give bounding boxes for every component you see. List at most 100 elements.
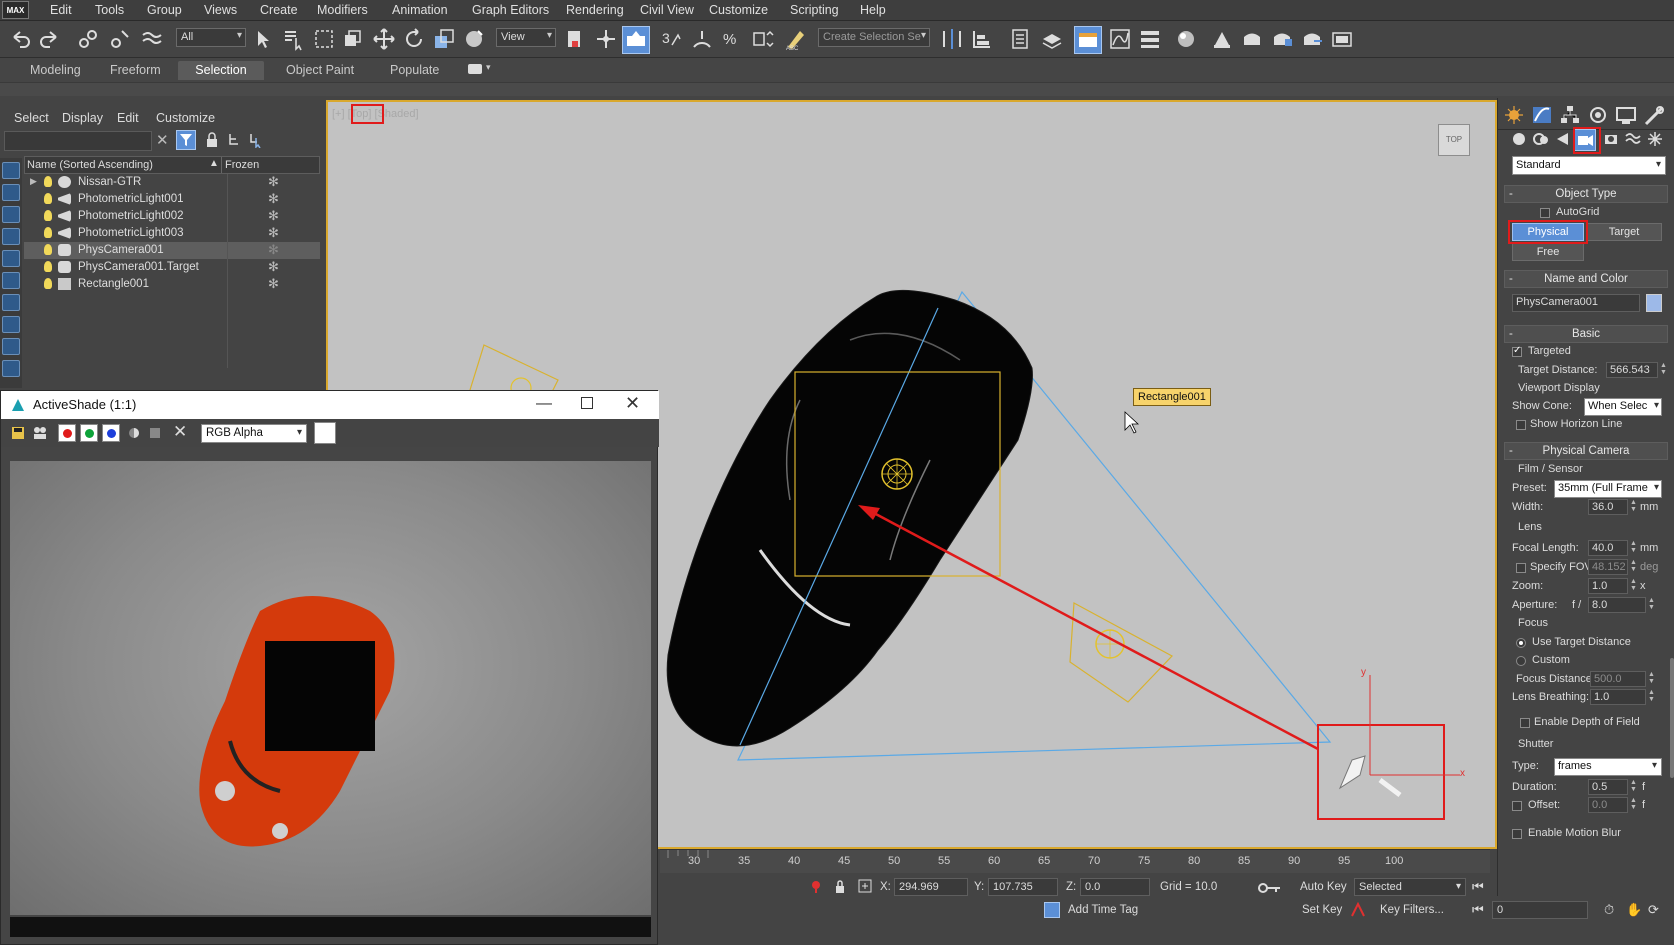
hierarchy-icon[interactable]	[226, 132, 242, 148]
motion-tab-icon[interactable]	[1586, 104, 1610, 126]
filter-toggle-button[interactable]	[176, 130, 196, 150]
spinner-icon[interactable]: ▲ ▼	[1630, 559, 1637, 573]
space-warps-category-icon[interactable]	[1624, 130, 1642, 148]
render-production-icon[interactable]	[1270, 27, 1294, 51]
tab-object-paint[interactable]: Object Paint	[276, 61, 364, 80]
show-horizon-checkbox[interactable]	[1516, 420, 1526, 430]
pan-icon[interactable]: ✋	[1626, 902, 1642, 918]
frozen-snowflake-icon[interactable]: ✻	[268, 276, 279, 292]
move-icon[interactable]	[372, 27, 396, 51]
bind-space-warp-icon[interactable]	[140, 27, 164, 51]
spinner-icon[interactable]: ▲ ▼	[1630, 499, 1637, 513]
explorer-row-photometric-light-002[interactable]: PhotometricLight002 ✻	[24, 208, 320, 225]
specify-fov-checkbox[interactable]	[1516, 563, 1526, 573]
explorer-row-phys-camera-001-target[interactable]: PhysCamera001.Target ✻	[24, 259, 320, 276]
key-mode-dropdown[interactable]: Selected ▾	[1354, 878, 1466, 896]
unlink-icon[interactable]	[108, 27, 132, 51]
show-cone-dropdown[interactable]: When Selec ▾	[1584, 398, 1662, 416]
window-crossing-icon[interactable]	[340, 27, 364, 51]
select-manipulate-icon[interactable]	[594, 27, 618, 51]
spinner-icon[interactable]: ▲ ▼	[1648, 597, 1655, 611]
menu-group[interactable]: Group	[147, 3, 182, 17]
offset-field[interactable]: 0.0	[1588, 797, 1628, 813]
menu-animation[interactable]: Animation	[392, 3, 448, 17]
explorer-search-input[interactable]	[4, 131, 152, 151]
pivot-center-icon[interactable]	[562, 27, 586, 51]
geometry-category-icon[interactable]	[1510, 130, 1528, 148]
lock-icon[interactable]	[204, 132, 220, 148]
menu-rendering[interactable]: Rendering	[566, 3, 624, 17]
menu-graph-editors[interactable]: Graph Editors	[472, 3, 549, 17]
fov-field[interactable]: 48.152	[1588, 559, 1628, 575]
sensor-width-field[interactable]: 36.0	[1588, 499, 1628, 515]
alpha-channel-icon[interactable]	[128, 427, 140, 439]
frozen-snowflake-icon[interactable]: ✻	[268, 242, 279, 258]
select-object-icon[interactable]	[252, 27, 276, 51]
selection-filter-dropdown[interactable]: All ▾	[176, 28, 246, 47]
activeshade-title-bar[interactable]: ActiveShade (1:1) — ✕	[1, 391, 659, 419]
target-camera-button[interactable]: Target	[1586, 223, 1662, 241]
blue-channel-toggle[interactable]	[102, 424, 120, 442]
app-logo[interactable]: MAX	[2, 1, 29, 19]
column-name-header[interactable]: Name (Sorted Ascending)	[27, 159, 153, 171]
lens-breathing-field[interactable]: 1.0	[1590, 689, 1646, 705]
visibility-bulb-icon[interactable]	[44, 244, 52, 255]
modify-tab-icon[interactable]	[1530, 104, 1554, 126]
physical-camera-rollout-header[interactable]: - Physical Camera	[1504, 442, 1668, 460]
explorer-menu-select[interactable]: Select	[14, 111, 49, 125]
menu-tools[interactable]: Tools	[95, 3, 124, 17]
explorer-menu-display[interactable]: Display	[62, 111, 103, 125]
add-time-tag-button[interactable]: Add Time Tag	[1068, 904, 1138, 916]
custom-focus-radio[interactable]	[1516, 656, 1526, 666]
object-category-dropdown[interactable]: Standard ▾	[1512, 156, 1666, 175]
display-tab-icon[interactable]	[1614, 104, 1638, 126]
systems-category-icon[interactable]	[1646, 130, 1664, 148]
red-channel-toggle[interactable]	[58, 424, 76, 442]
explorer-row-nissan-gtr[interactable]: ▶ Nissan-GTR ✻	[24, 174, 320, 191]
hierarchy-tab-icon[interactable]	[1558, 104, 1582, 126]
autogrid-checkbox[interactable]	[1540, 208, 1550, 218]
expand-arrow-icon[interactable]: ▶	[30, 176, 37, 187]
scale-icon[interactable]	[432, 27, 456, 51]
ribbon-options-icon[interactable]	[468, 64, 482, 74]
menu-create[interactable]: Create	[260, 3, 298, 17]
spinner-snap-icon[interactable]	[750, 27, 774, 51]
render-iterative-icon[interactable]	[1300, 27, 1324, 51]
menu-help[interactable]: Help	[860, 3, 886, 17]
green-channel-toggle[interactable]	[80, 424, 98, 442]
display-bones-button[interactable]	[2, 338, 20, 355]
visibility-bulb-icon[interactable]	[44, 193, 52, 204]
name-color-rollout-header[interactable]: - Name and Color	[1504, 270, 1668, 288]
mirror-icon[interactable]	[940, 27, 964, 51]
selection-lock-icon[interactable]	[834, 880, 846, 894]
absolute-mode-icon[interactable]	[858, 879, 872, 893]
maximize-icon[interactable]	[581, 397, 593, 409]
spinner-icon[interactable]: ▲ ▼	[1630, 779, 1637, 793]
time-configuration-icon[interactable]: ⏱	[1604, 902, 1614, 918]
tab-freeform[interactable]: Freeform	[100, 61, 171, 80]
clear-search-icon[interactable]: ✕	[156, 131, 169, 149]
display-geometry-button[interactable]	[2, 162, 20, 179]
frozen-snowflake-icon[interactable]: ✻	[268, 208, 279, 224]
reference-coordinate-dropdown[interactable]: View ▾	[496, 28, 556, 47]
schematic-view-icon[interactable]	[1138, 27, 1162, 51]
spinner-icon[interactable]: ▲ ▼	[1630, 797, 1637, 811]
visibility-bulb-icon[interactable]	[44, 176, 52, 187]
angle-snap-icon[interactable]	[690, 27, 714, 51]
display-lights-button[interactable]	[2, 206, 20, 223]
y-coordinate-field[interactable]: 107.735	[988, 878, 1058, 896]
command-panel-scrollbar[interactable]	[1670, 658, 1674, 778]
offset-checkbox[interactable]	[1512, 801, 1522, 811]
layer-explorer-icon[interactable]	[1040, 27, 1064, 51]
lights-category-icon[interactable]	[1554, 130, 1572, 148]
frozen-snowflake-icon[interactable]: ✻	[268, 191, 279, 207]
focal-length-field[interactable]: 40.0	[1588, 540, 1628, 556]
frozen-snowflake-icon[interactable]: ✻	[268, 259, 279, 275]
explorer-menu-customize[interactable]: Customize	[156, 111, 215, 125]
align-icon[interactable]	[970, 27, 994, 51]
render-activeshade-icon[interactable]	[1330, 27, 1354, 51]
clone-window-icon[interactable]	[32, 426, 48, 440]
visibility-bulb-icon[interactable]	[44, 278, 52, 289]
clear-render-icon[interactable]: ✕	[173, 422, 187, 442]
isolate-selection-icon[interactable]	[810, 880, 822, 894]
